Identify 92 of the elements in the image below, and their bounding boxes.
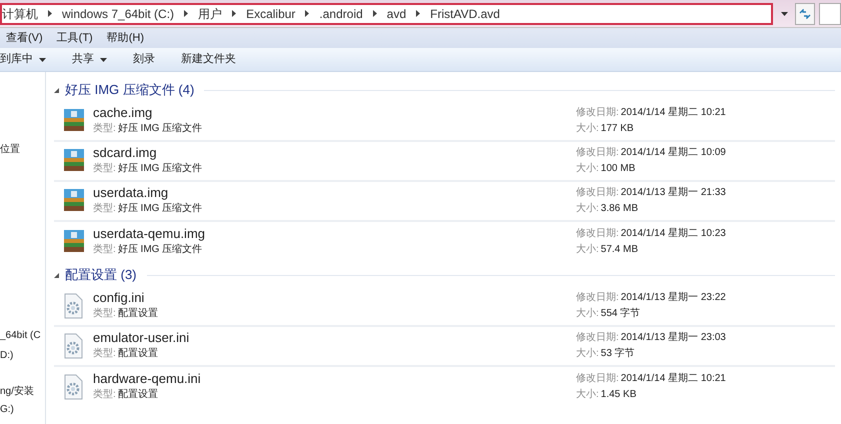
archive-stack-icon [62,229,86,255]
sidebar-item[interactable]: ng/安装 [0,384,34,399]
file-type: 配置设置 [118,346,158,361]
file-size: 53 字节 [600,346,635,361]
modified-date: 2014/1/13 星期一 23:22 [620,290,726,305]
breadcrumb-link[interactable]: .android [319,4,363,22]
type-label: 类型: [93,122,116,136]
breadcrumb-link[interactable]: windows 7_64bit (C:) [62,4,174,22]
file-name[interactable]: userdata-qemu.img [93,226,576,242]
file-size: 3.86 MB [600,202,638,216]
search-field[interactable] [819,2,841,24]
file-name[interactable]: sdcard.img [93,145,576,161]
file-type: 好压 IMG 压缩文件 [118,162,202,176]
file-size: 57.4 MB [600,243,638,257]
date-label: 修改日期: [576,290,619,305]
file-type: 好压 IMG 压缩文件 [118,122,202,136]
size-label: 大小: [576,306,599,321]
modified-date: 2014/1/14 星期二 10:09 [620,146,726,160]
date-label: 修改日期: [576,330,619,345]
size-label: 大小: [576,122,599,136]
breadcrumb-link[interactable]: 用户 [198,4,222,22]
menu-item[interactable]: 帮助(H) [106,30,144,46]
file-type: 好压 IMG 压缩文件 [118,202,202,216]
toolbar-button[interactable]: 刻录 [133,51,155,68]
caret-icon [100,58,107,62]
archive-stack-icon [62,108,86,134]
size-label: 大小: [576,242,599,257]
date-label: 修改日期: [576,226,619,241]
date-label: 修改日期: [576,186,619,200]
type-label: 类型: [93,346,116,361]
refresh-button[interactable] [795,2,815,24]
menu-item[interactable]: 工具(T) [56,30,93,46]
modified-date: 2014/1/13 星期一 21:33 [620,186,726,200]
date-label: 修改日期: [576,146,619,160]
file-name[interactable]: cache.img [93,105,576,121]
chevron-icon [416,10,420,17]
modified-date: 2014/1/13 星期一 23:03 [620,330,726,345]
chevron-icon [48,10,52,17]
sidebar-item[interactable]: 位置 [0,142,20,157]
caret-icon [780,12,788,16]
type-label: 类型: [93,242,116,257]
settings-file-icon [62,333,84,359]
size-label: 大小: [576,346,599,361]
settings-file-icon [62,374,84,400]
type-label: 类型: [93,388,116,402]
size-label: 大小: [576,162,599,176]
archive-stack-icon [62,148,86,174]
file-size: 554 字节 [600,306,640,321]
type-label: 类型: [93,162,116,176]
breadcrumb-link[interactable]: avd [386,4,406,22]
file-name[interactable]: emulator-user.ini [93,330,576,346]
caret-icon [39,58,46,62]
file-size: 1.45 KB [600,388,636,402]
group-header[interactable]: 配置设置 (3) [65,265,136,285]
file-type: 配置设置 [118,388,158,402]
settings-file-icon [62,293,84,319]
sidebar-item[interactable]: D:) [0,348,14,363]
breadcrumb-link[interactable]: FristAVD.avd [430,4,500,22]
address-bar[interactable]: 计算机 windows 7_64bit (C:) 用户 Excalibur .android avd FristAVD.avd [0,2,773,24]
date-label: 修改日期: [576,372,619,386]
size-label: 大小: [576,202,599,216]
breadcrumb-link[interactable]: Excalibur [246,4,296,22]
chevron-icon [305,10,310,17]
file-type: 配置设置 [118,306,158,321]
date-label: 修改日期: [576,106,619,120]
file-name[interactable]: userdata.img [93,185,576,201]
menu-item[interactable]: 查看(V) [6,30,43,46]
toolbar-button[interactable]: 新建文件夹 [181,51,236,68]
file-name[interactable]: config.ini [93,290,576,306]
modified-date: 2014/1/14 星期二 10:23 [620,226,726,241]
group-header[interactable]: 好压 IMG 压缩文件 (4) [65,80,194,100]
modified-date: 2014/1/14 星期二 10:21 [620,106,726,120]
file-size: 177 KB [600,122,634,136]
file-name[interactable]: hardware-qemu.ini [93,371,576,387]
chevron-icon [232,10,236,17]
type-label: 类型: [93,202,116,216]
toolbar-button[interactable]: 到库中 [0,51,46,68]
toolbar-button[interactable]: 共享 [72,51,107,68]
chevron-icon [372,10,377,17]
modified-date: 2014/1/14 星期二 10:21 [620,372,726,386]
sidebar-item[interactable]: G:) [0,402,14,417]
size-label: 大小: [576,388,599,402]
breadcrumb-link[interactable]: 计算机 [2,4,38,22]
refresh-icon [799,8,811,18]
file-type: 好压 IMG 压缩文件 [118,242,202,257]
sidebar-item[interactable]: _64bit (C [0,328,41,343]
collapse-triangle-icon[interactable] [54,88,59,92]
archive-stack-icon [62,188,86,214]
type-label: 类型: [93,306,116,321]
chevron-icon [184,10,188,17]
file-size: 100 MB [600,162,636,176]
collapse-triangle-icon[interactable] [54,272,59,278]
